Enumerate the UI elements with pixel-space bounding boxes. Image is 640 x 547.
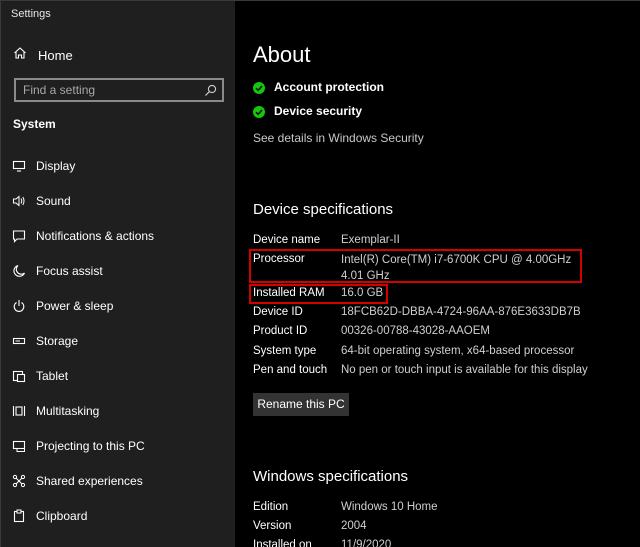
multitasking-icon bbox=[12, 404, 26, 418]
clipboard-icon bbox=[12, 509, 26, 523]
sidebar-item-label: Focus assist bbox=[36, 264, 103, 278]
storage-icon bbox=[12, 334, 26, 348]
rename-pc-button[interactable]: Rename this PC bbox=[253, 393, 349, 416]
spec-label-device-name: Device name bbox=[253, 234, 321, 246]
check-circle-icon bbox=[253, 105, 265, 118]
sidebar-item-label: Tablet bbox=[36, 369, 69, 383]
search-icon[interactable] bbox=[204, 84, 217, 97]
sidebar-item-label: Clipboard bbox=[36, 509, 88, 523]
speaker-icon bbox=[12, 194, 26, 208]
spec-value-device-id: 18FCB62D-DBBA-4724-96AA-876E3633DB7B bbox=[341, 306, 581, 318]
spec-label-edition: Edition bbox=[253, 501, 289, 513]
sidebar-item-notifications[interactable]: Notifications & actions bbox=[1, 221, 235, 251]
shared-experiences-icon bbox=[12, 474, 26, 488]
spec-value-installed-ram: 16.0 GB bbox=[341, 287, 384, 299]
home-nav-item[interactable]: Home bbox=[13, 45, 73, 65]
spec-label-system-type: System type bbox=[253, 345, 317, 357]
sidebar-item-sound[interactable]: Sound bbox=[1, 186, 235, 216]
account-protection-status: Account protection bbox=[253, 79, 384, 95]
sidebar-item-display[interactable]: Display bbox=[1, 151, 235, 181]
sidebar-item-label: Notifications & actions bbox=[36, 229, 155, 243]
home-label: Home bbox=[38, 47, 73, 63]
page-title: About bbox=[253, 42, 311, 67]
sidebar-item-shared-experiences[interactable]: Shared experiences bbox=[1, 466, 235, 496]
spec-label-version: Version bbox=[253, 520, 292, 532]
spec-value-edition: Windows 10 Home bbox=[341, 501, 438, 513]
sidebar-item-projecting[interactable]: Projecting to this PC bbox=[1, 431, 235, 461]
projector-icon bbox=[12, 439, 26, 453]
sidebar-item-label: Projecting to this PC bbox=[36, 439, 145, 453]
sidebar-item-label: Sound bbox=[36, 194, 71, 208]
section-label-system: System bbox=[13, 117, 56, 131]
spec-value-system-type: 64-bit operating system, x64-based proce… bbox=[341, 345, 575, 357]
search-input[interactable] bbox=[23, 82, 201, 98]
spec-value-pen-touch: No pen or touch input is available for t… bbox=[341, 364, 588, 376]
monitor-icon bbox=[12, 159, 26, 173]
spec-label-device-id: Device ID bbox=[253, 306, 303, 318]
windows-security-link[interactable]: See details in Windows Security bbox=[253, 131, 424, 145]
spec-label-installed-on: Installed on bbox=[253, 539, 312, 547]
moon-icon bbox=[12, 264, 26, 278]
status-label: Device security bbox=[274, 104, 363, 118]
sidebar-item-label: Power & sleep bbox=[36, 299, 114, 313]
about-page: About Account protection Device security… bbox=[235, 1, 640, 547]
spec-value-processor: Intel(R) Core(TM) i7-6700K CPU @ 4.00GHz… bbox=[341, 254, 572, 282]
device-specs-heading: Device specifications bbox=[253, 201, 394, 218]
sidebar-item-focus-assist[interactable]: Focus assist bbox=[1, 256, 235, 286]
app-title: Settings bbox=[11, 8, 51, 20]
status-label: Account protection bbox=[274, 80, 384, 94]
spec-label-product-id: Product ID bbox=[253, 325, 308, 337]
sidebar-item-storage[interactable]: Storage bbox=[1, 326, 235, 356]
spec-value-version: 2004 bbox=[341, 520, 367, 532]
settings-window: Settings Home System Display Sound Notif… bbox=[0, 0, 640, 547]
spec-value-installed-on: 11/9/2020 bbox=[341, 539, 392, 547]
sidebar-item-multitasking[interactable]: Multitasking bbox=[1, 396, 235, 426]
spec-label-installed-ram: Installed RAM bbox=[253, 287, 325, 299]
search-box[interactable] bbox=[14, 78, 224, 102]
sidebar-item-label: Shared experiences bbox=[36, 474, 143, 488]
notification-icon bbox=[12, 229, 26, 243]
check-circle-icon bbox=[253, 81, 265, 94]
home-icon bbox=[13, 46, 27, 65]
tablet-icon bbox=[12, 369, 26, 383]
spec-label-pen-touch: Pen and touch bbox=[253, 364, 328, 376]
sidebar: Settings Home System Display Sound Notif… bbox=[1, 1, 235, 547]
sidebar-item-label: Multitasking bbox=[36, 404, 100, 418]
power-icon bbox=[12, 299, 26, 313]
device-security-status: Device security bbox=[253, 103, 362, 119]
spec-label-processor: Processor bbox=[253, 253, 305, 265]
windows-specs-heading: Windows specifications bbox=[253, 468, 409, 485]
sidebar-item-label: Display bbox=[36, 159, 76, 173]
sidebar-item-power-sleep[interactable]: Power & sleep bbox=[1, 291, 235, 321]
spec-value-product-id: 00326-00788-43028-AAOEM bbox=[341, 325, 490, 337]
sidebar-item-clipboard[interactable]: Clipboard bbox=[1, 501, 235, 531]
spec-value-device-name: Exemplar-II bbox=[341, 234, 400, 246]
sidebar-item-label: Storage bbox=[36, 334, 79, 348]
sidebar-item-tablet[interactable]: Tablet bbox=[1, 361, 235, 391]
